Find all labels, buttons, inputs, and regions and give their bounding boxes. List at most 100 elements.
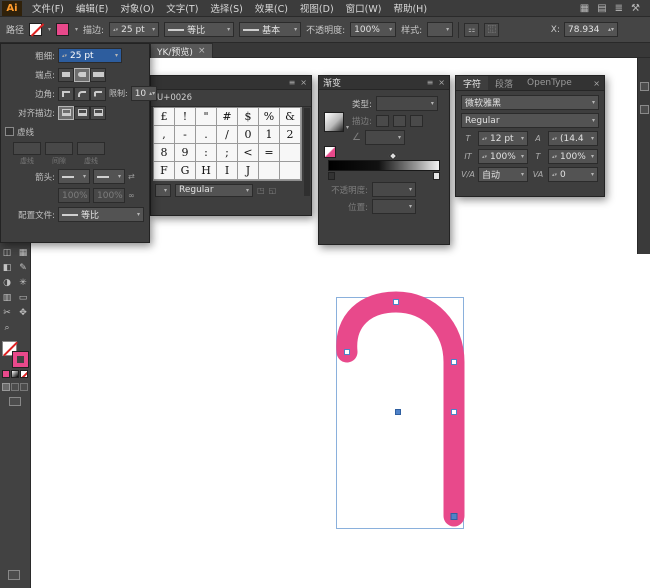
stroke-gradient-across-button[interactable] [410, 115, 423, 127]
arrowhead-start-combo[interactable]: ▾ [58, 169, 90, 184]
workspace-switcher-icon[interactable]: ▤ [597, 3, 606, 14]
kerning-combo[interactable]: 自动 ▾ [478, 167, 528, 182]
collapsed-panel-icon[interactable] [640, 105, 649, 114]
none-mode-button[interactable] [20, 370, 28, 378]
glyph-cell[interactable]: G [175, 162, 196, 180]
glyph-cell[interactable]: . [196, 126, 217, 144]
glyph-cell[interactable]: ! [175, 108, 196, 126]
gradient-tool-icon[interactable]: ◧ [0, 261, 14, 275]
menu-file[interactable]: 文件(F) [26, 1, 70, 15]
width-profile-combo[interactable]: 等比 ▾ [58, 207, 144, 222]
glyph-cell[interactable]: £ [154, 108, 175, 126]
glyph-cell[interactable]: 0 [238, 126, 259, 144]
arrange-documents-icon[interactable]: ▦ [580, 3, 589, 14]
glyph-cell[interactable] [280, 144, 301, 162]
style-combo[interactable]: ▾ [427, 22, 453, 37]
chevron-down-icon[interactable]: ▾ [152, 26, 155, 33]
font-style-combo[interactable]: Regular ▾ [461, 113, 599, 128]
collapsed-panel-icon[interactable] [8, 570, 20, 580]
gradient-mode-button[interactable] [11, 370, 19, 378]
round-cap-button[interactable] [74, 68, 90, 82]
glyph-cell[interactable]: < [238, 144, 259, 162]
dash-field-1[interactable] [13, 142, 41, 155]
stepper-icon[interactable]: ▴▾ [149, 92, 155, 96]
glyph-cell[interactable]: F [154, 162, 175, 180]
chevron-down-icon[interactable]: ▾ [446, 26, 449, 33]
slice-tool-icon[interactable]: ✂ [0, 306, 14, 320]
stepper-icon[interactable]: ▴▾ [608, 28, 614, 32]
stroke-gradient-swatch[interactable] [324, 146, 336, 158]
glyph-cell[interactable]: 8 [154, 144, 175, 162]
chevron-down-icon[interactable]: ▾ [389, 26, 392, 33]
horizontal-scale-combo[interactable]: ▴▾ 100% ▾ [548, 149, 598, 164]
gradient-stop-start[interactable] [328, 172, 335, 180]
align-options-icon[interactable]: ⚏ [464, 23, 479, 37]
glyph-cell[interactable]: / [217, 126, 238, 144]
chevron-down-icon[interactable]: ▾ [409, 186, 412, 193]
draw-behind-button[interactable] [11, 383, 19, 391]
gradient-swatch[interactable] [324, 112, 344, 132]
width-profile-combo[interactable]: 等比 ▾ [164, 22, 234, 37]
chevron-down-icon[interactable]: ▾ [346, 124, 349, 131]
butt-cap-button[interactable] [58, 68, 74, 82]
gradient-type-combo[interactable]: ▾ [376, 96, 438, 111]
stroke-weight-combo[interactable]: ▴▾ 25 pt ▾ [109, 22, 159, 37]
gradient-midpoint-handle[interactable] [388, 152, 396, 160]
font-family-combo[interactable]: 微软雅黑 ▾ [461, 95, 599, 110]
arrow-scale-start-field[interactable]: 100% [58, 188, 90, 203]
collapsed-panel-icon[interactable] [640, 82, 649, 91]
stepper-icon[interactable]: ▴▾ [113, 28, 118, 32]
stroke-dropdown-icon[interactable]: ▾ [75, 26, 78, 33]
glyph-cell[interactable]: - [175, 126, 196, 144]
glyph-cell[interactable]: # [217, 108, 238, 126]
x-position-combo[interactable]: 78.934 ▴▾ [564, 22, 618, 37]
zoom-out-glyphs-icon[interactable]: ◳ [257, 186, 265, 195]
graph-tool-icon[interactable]: ▥ [0, 291, 14, 305]
chevron-down-icon[interactable]: ▾ [409, 203, 412, 210]
chevron-down-icon[interactable]: ▾ [592, 99, 595, 106]
draw-inside-button[interactable] [20, 383, 28, 391]
chevron-down-icon[interactable]: ▾ [83, 173, 86, 180]
glyph-cell[interactable]: ; [217, 144, 238, 162]
chevron-down-icon[interactable]: ▾ [118, 173, 121, 180]
artboard-tool-icon[interactable]: ▭ [16, 291, 30, 305]
chevron-down-icon[interactable]: ▾ [246, 187, 249, 194]
glyph-cell[interactable]: : [196, 144, 217, 162]
align-center-button[interactable] [58, 106, 74, 120]
stroke-gradient-along-button[interactable] [393, 115, 406, 127]
gradient-slider[interactable] [328, 160, 440, 171]
zoom-in-glyphs-icon[interactable]: ◱ [269, 186, 277, 195]
eyedropper-tool-icon[interactable]: ✎ [16, 261, 30, 275]
miter-limit-field[interactable]: 10 ▴▾ [131, 86, 157, 101]
arrowhead-end-combo[interactable]: ▾ [93, 169, 125, 184]
hand-tool-icon[interactable]: ✥ [16, 306, 30, 320]
chevron-down-icon[interactable]: ▾ [591, 135, 594, 142]
menu-window[interactable]: 窗口(W) [340, 1, 388, 15]
menu-view[interactable]: 视图(D) [294, 1, 340, 15]
menu-type[interactable]: 文字(T) [160, 1, 204, 15]
chevron-down-icon[interactable]: ▾ [592, 117, 595, 124]
shape-builder-tool-icon[interactable]: ◫ [0, 246, 14, 260]
transform-options-icon[interactable]: ⿲ [484, 23, 499, 37]
projecting-cap-button[interactable] [90, 68, 106, 82]
arrow-scale-end-field[interactable]: 100% [93, 188, 125, 203]
leading-combo[interactable]: ▴▾ (14.4 ▾ [548, 131, 598, 146]
swap-arrowheads-icon[interactable]: ⇄ [128, 172, 135, 181]
glyph-cell[interactable] [280, 162, 301, 180]
align-outside-button[interactable] [90, 106, 106, 120]
font-family-combo[interactable]: ▾ [155, 184, 171, 197]
fill-stroke-indicator[interactable] [2, 341, 28, 367]
dashed-line-checkbox[interactable] [5, 127, 14, 136]
chevron-down-icon[interactable]: ▾ [521, 153, 524, 160]
round-join-button[interactable] [74, 87, 90, 101]
glyph-cell[interactable] [259, 162, 280, 180]
vertical-scale-combo[interactable]: ▴▾ 100% ▾ [478, 149, 528, 164]
chevron-down-icon[interactable]: ▾ [431, 100, 434, 107]
bevel-join-button[interactable] [90, 87, 106, 101]
gradient-stop-end[interactable] [433, 172, 440, 180]
stepper-icon[interactable]: ▴▾ [552, 155, 557, 159]
tab-paragraph[interactable]: 段落 [488, 76, 520, 90]
stroke-weight-field[interactable]: ▴▾ 25 pt ▾ [58, 48, 122, 63]
draw-normal-button[interactable] [2, 383, 10, 391]
stepper-icon[interactable]: ▴▾ [62, 54, 67, 58]
